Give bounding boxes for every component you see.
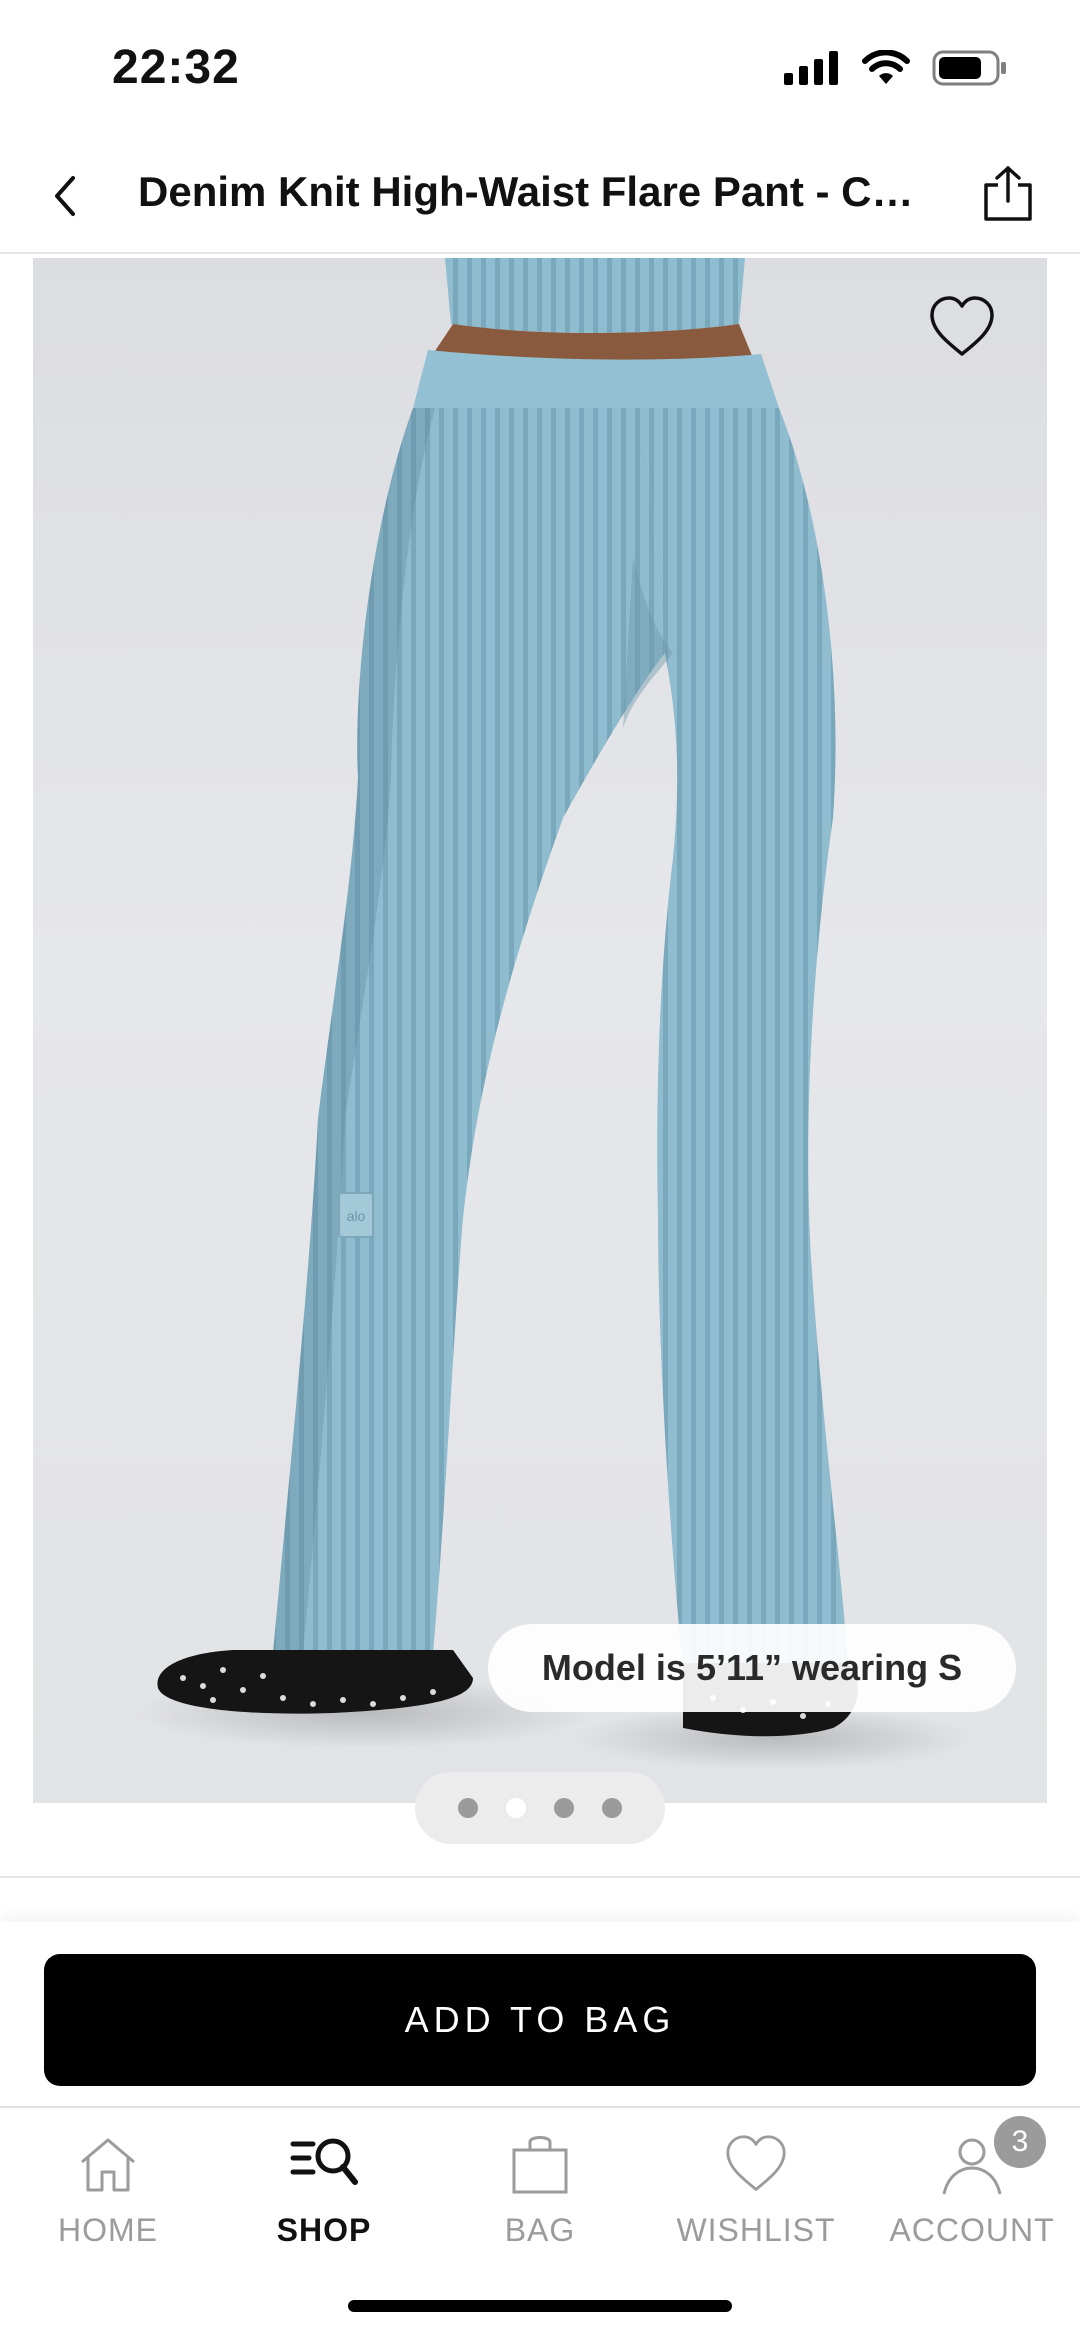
status-icons [784,50,1008,86]
image-pagination [415,1772,665,1844]
tab-wishlist[interactable]: WISHLIST [648,2110,864,2270]
tab-home[interactable]: HOME [0,2110,216,2270]
home-icon [72,2128,144,2200]
brand-logo-tag: alo [347,1208,366,1224]
cellular-signal-icon [784,51,838,85]
add-to-bag-button[interactable]: ADD TO BAG [44,1954,1036,2086]
wifi-icon [862,50,910,84]
pagination-dot[interactable] [506,1798,526,1818]
chevron-left-icon [55,176,75,216]
share-icon [984,166,1032,221]
tab-label: ACCOUNT [889,2212,1055,2248]
share-button[interactable] [976,162,1040,226]
page-title: Denim Knit High-Waist Flare Pant - Cel..… [138,168,928,215]
status-bar: 22:32 [0,0,1080,140]
tab-account[interactable]: ACCOUNT 3 [864,2110,1080,2270]
tab-bag[interactable]: BAG [432,2110,648,2270]
pagination-dot[interactable] [554,1798,574,1818]
pagination-dot[interactable] [602,1798,622,1818]
tab-label: WISHLIST [676,2212,836,2248]
shopping-bag-icon [504,2128,576,2200]
tab-label: SHOP [276,2212,372,2248]
model-info-pill: Model is 5’11” wearing S [488,1624,1016,1712]
cta-area: ADD TO BAG [0,1922,1080,2106]
tab-shop[interactable]: SHOP [216,2110,432,2270]
wishlist-heart-button[interactable] [927,294,997,364]
home-indicator [348,2300,732,2312]
divider [0,1876,1080,1878]
shop-search-icon [288,2128,360,2200]
heart-outline-icon [930,296,994,356]
battery-icon [932,50,1006,86]
product-image[interactable]: alo Model is 5’11” wearing S [33,258,1047,1803]
tab-bar: HOME SHOP BAG WISHLIST ACCOUNT 3 [0,2110,1080,2270]
tab-label: BAG [504,2212,576,2248]
tab-label: HOME [58,2212,158,2248]
product-photo: alo [133,258,973,1770]
header: Denim Knit High-Waist Flare Pant - Cel..… [0,140,1080,254]
pagination-dot[interactable] [458,1798,478,1818]
status-time: 22:32 [112,41,240,94]
heart-icon [720,2128,792,2200]
account-badge: 3 [994,2116,1046,2168]
divider [0,2106,1080,2108]
back-button[interactable] [36,166,96,226]
